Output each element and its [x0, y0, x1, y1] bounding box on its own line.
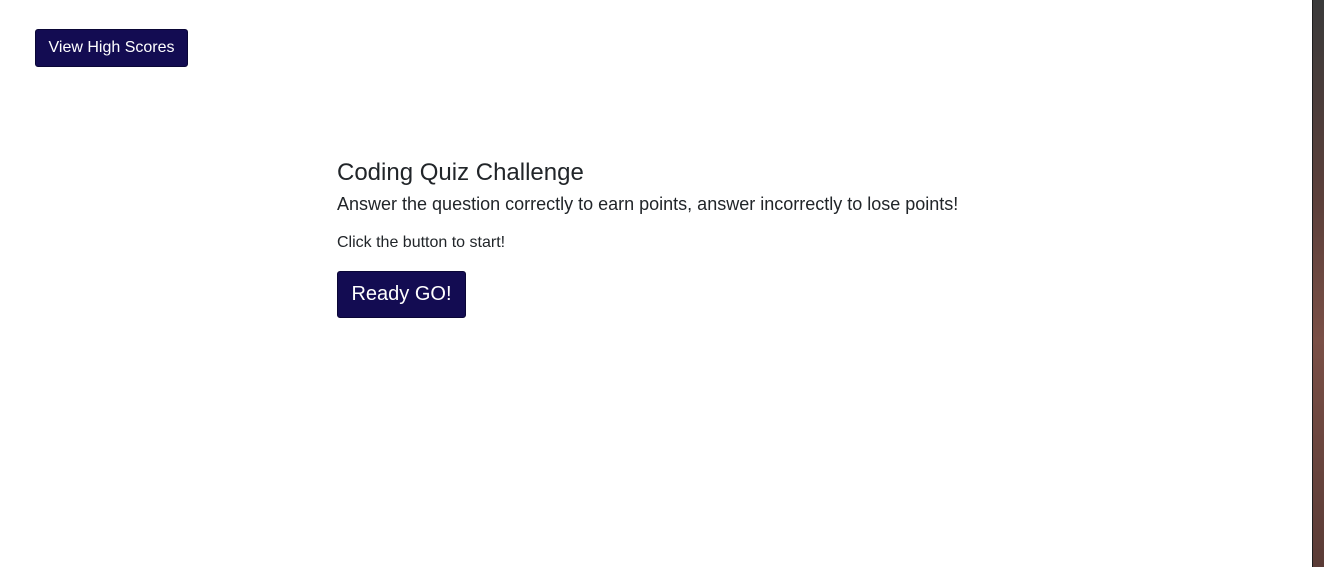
start-quiz-button[interactable]: Ready GO!: [337, 271, 466, 318]
quiz-intro: Coding Quiz Challenge Answer the questio…: [337, 158, 1097, 318]
view-high-scores-button[interactable]: View High Scores: [35, 29, 188, 67]
quiz-instructions: Answer the question correctly to earn po…: [337, 194, 959, 214]
window-edge-background: [1312, 0, 1324, 567]
page-title: Coding Quiz Challenge: [337, 159, 584, 186]
quiz-page: View High Scores Coding Quiz Challenge A…: [0, 0, 1312, 567]
start-hint: Click the button to start!: [337, 234, 506, 251]
